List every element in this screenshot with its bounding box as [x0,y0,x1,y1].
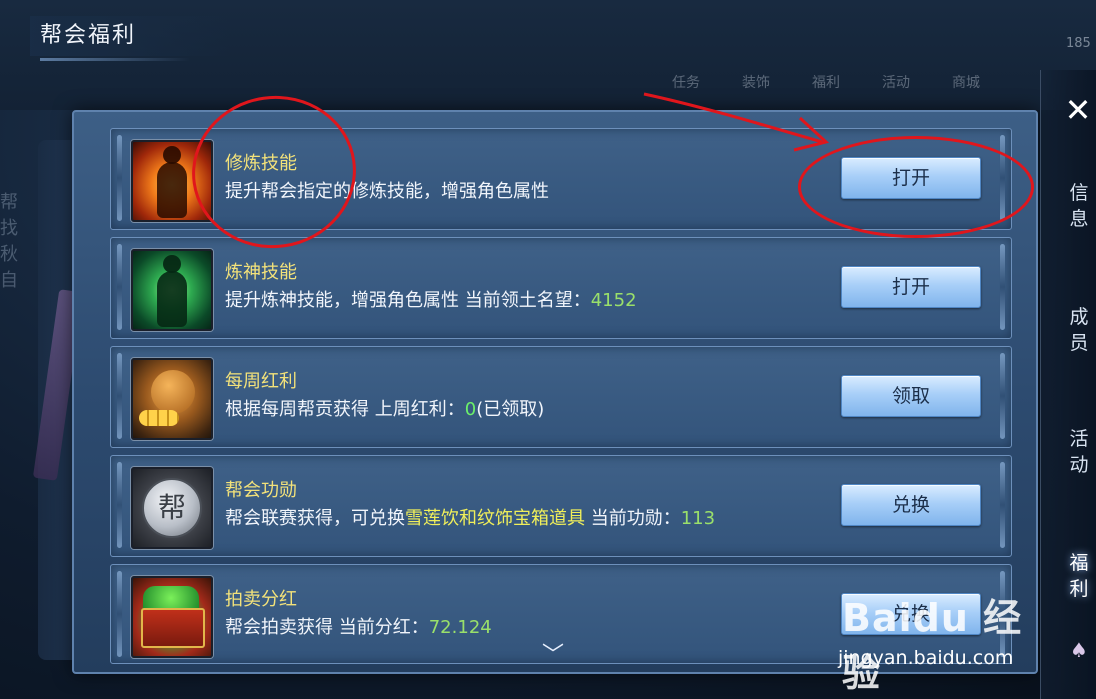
open-cultivation-button[interactable]: 打开 [841,157,981,199]
row-frame-left [117,135,122,221]
welfare-row-weekly-bonus: 每周红利 根据每周帮贡获得 上周红利：0(已领取) 领取 [110,346,1012,448]
welfare-row-cultivation: 修炼技能 提升帮会指定的修炼技能，增强角色属性 打开 [110,128,1012,230]
welfare-row-spirit: 炼神技能 提升炼神技能，增强角色属性 当前领土名望：4152 打开 [110,237,1012,339]
sidebar-tab-info[interactable]: 信 息 [1062,180,1096,232]
close-icon[interactable]: ✕ [1060,92,1096,128]
right-sidebar [1040,70,1096,699]
money-bag-icon [131,358,213,440]
scroll-down-chevron-icon[interactable]: ﹀ [540,645,566,667]
row-frame-right [1000,353,1005,439]
title-decoration [40,58,190,61]
exchange-items: 雪莲饮和纹饰宝箱道具 [405,508,585,529]
row-frame-left [117,353,122,439]
row-name: 拍卖分红 [225,589,297,610]
coin-glyph: 帮 [142,478,202,538]
ornament-icon: ♠ [1070,638,1088,662]
meditation-fire-icon [131,140,213,222]
row-description: 帮会联赛获得，可兑换雪莲饮和纹饰宝箱道具 当前功勋：113 [225,508,716,529]
sidebar-tab-members[interactable]: 成 员 [1062,304,1096,356]
merit-value: 113 [680,508,716,529]
row-frame-left [117,462,122,548]
row-frame-right [1000,135,1005,221]
guild-coin-icon: 帮 [131,467,213,549]
bg-nav-item: 商城 [952,75,980,91]
bonus-value: 0 [464,399,477,420]
welfare-row-merit: 帮 帮会功勋 帮会联赛获得，可兑换雪莲饮和纹饰宝箱道具 当前功勋：113 兑换 [110,455,1012,557]
row-name: 每周红利 [225,371,297,392]
bg-nav-item: 活动 [882,75,910,91]
row-name: 修炼技能 [225,153,297,174]
meditation-green-icon [131,249,213,331]
open-spirit-button[interactable]: 打开 [841,266,981,308]
prestige-value: 4152 [590,290,637,311]
sidebar-tab-activity[interactable]: 活 动 [1062,426,1096,478]
claim-bonus-button[interactable]: 领取 [841,375,981,417]
exchange-auction-button[interactable]: 兑换 [841,593,981,635]
row-frame-left [117,571,122,657]
sidebar-tab-welfare[interactable]: 福 利 [1062,550,1096,602]
row-frame-right [1000,571,1005,657]
window-title: 帮会福利 [30,16,230,56]
background-top-nav: 任务 装饰 福利 活动 商城 [660,12,1020,100]
bg-nav-item: 装饰 [742,75,770,91]
row-name: 帮会功勋 [225,480,297,501]
treasure-chest-icon [131,576,213,658]
row-description: 根据每周帮贡获得 上周红利：0(已领取) [225,399,545,420]
dividend-value: 72.124 [428,617,492,638]
row-frame-left [117,244,122,330]
bg-nav-item: 福利 [812,75,840,91]
background-top-right-value: 185 [1066,36,1091,51]
row-description: 帮会拍卖获得 当前分红：72.124 [225,617,492,638]
exchange-merit-button[interactable]: 兑换 [841,484,981,526]
row-description: 提升炼神技能，增强角色属性 当前领土名望：4152 [225,290,637,311]
row-name: 炼神技能 [225,262,297,283]
row-description: 提升帮会指定的修炼技能，增强角色属性 [225,181,549,202]
bg-nav-item: 任务 [672,75,700,91]
row-frame-right [1000,462,1005,548]
row-frame-right [1000,244,1005,330]
